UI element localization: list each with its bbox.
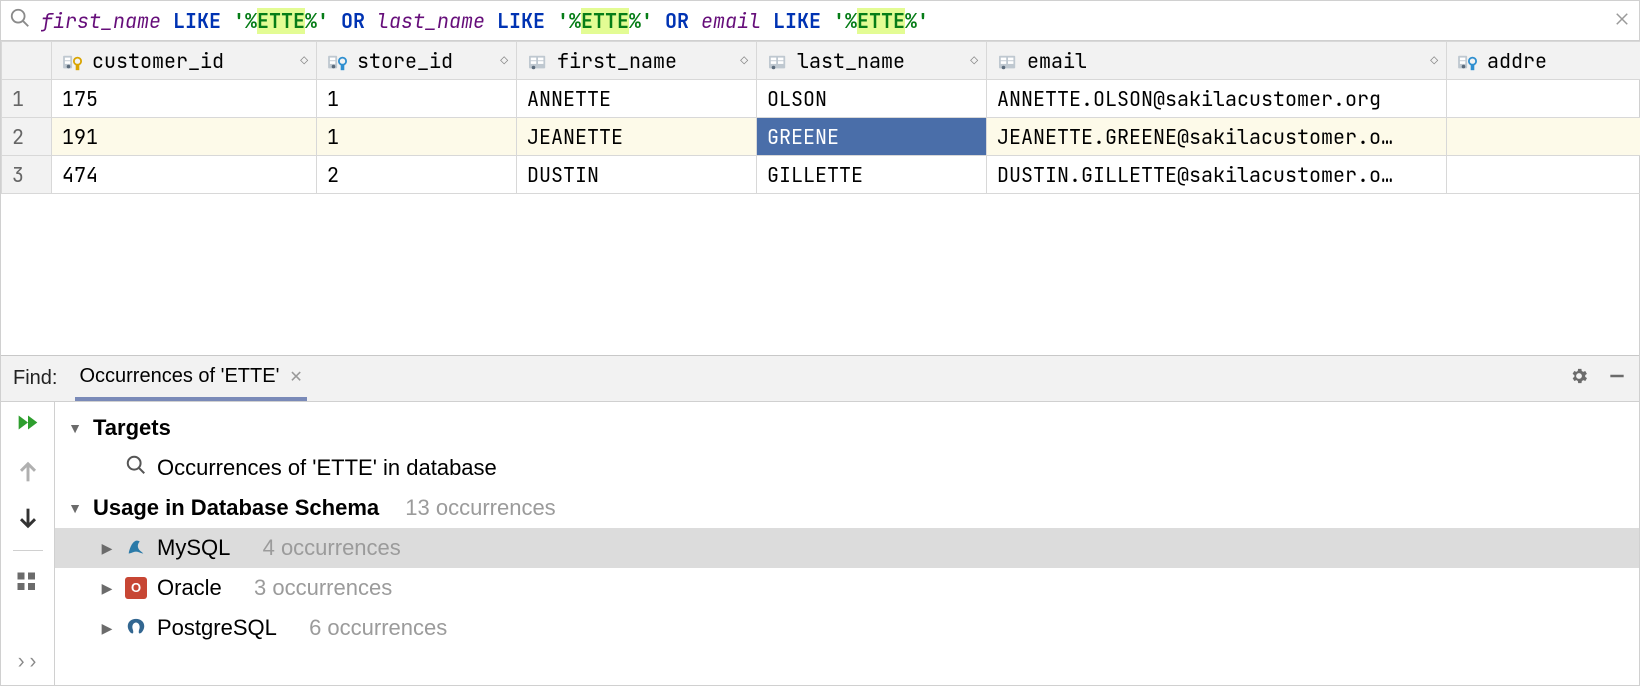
prev-occurrence-icon[interactable] (14, 458, 42, 486)
rerun-icon[interactable] (14, 412, 42, 440)
sort-indicator-icon[interactable]: ◇ (300, 52, 306, 69)
search-icon (9, 7, 31, 35)
next-occurrence-icon[interactable] (14, 504, 42, 532)
more-icon[interactable]: ›› (16, 650, 40, 673)
cell[interactable]: 191 (52, 118, 317, 156)
cell[interactable]: 1 (317, 80, 517, 118)
cell[interactable]: 474 (52, 156, 317, 194)
tree-db-count: 4 occurrences (263, 535, 401, 561)
column-name: email (1027, 48, 1087, 74)
column-type-icon (62, 52, 84, 70)
cell[interactable]: GILLETTE (757, 156, 987, 194)
cell[interactable]: GREENE (757, 118, 987, 156)
column-type-icon (997, 52, 1019, 70)
cell[interactable]: DUSTIN.GILLETTE@sakilacustomer.o… (987, 156, 1447, 194)
filter-bar: first_name LIKE '%ETTE%' OR last_name LI… (1, 1, 1639, 41)
cell[interactable]: JEANETTE.GREENE@sakilacustomer.o… (987, 118, 1447, 156)
find-tree[interactable]: ▼ Targets ▼ Occurrences of 'ETTE' in dat… (55, 402, 1639, 685)
row-number-header (2, 42, 52, 80)
column-name: customer_id (92, 48, 224, 74)
cell[interactable]: ANNETTE.OLSON@sakilacustomer.org (987, 80, 1447, 118)
cell[interactable]: ANNETTE (517, 80, 757, 118)
gutter-separator (13, 550, 43, 551)
row-number-cell[interactable]: 3 (2, 156, 52, 194)
column-header-store_id[interactable]: store_id ◇ (317, 42, 517, 80)
sort-indicator-icon[interactable]: ◇ (970, 52, 976, 69)
table-row[interactable]: 21911JEANETTEGREENEJEANETTE.GREENE@sakil… (2, 118, 1640, 156)
column-name: first_name (557, 48, 677, 74)
row-number-cell[interactable]: 1 (2, 80, 52, 118)
cell[interactable]: 2 (317, 156, 517, 194)
column-name: store_id (357, 48, 453, 74)
column-type-icon (527, 52, 549, 70)
find-gutter: ›› (1, 402, 55, 685)
find-panel: Find: Occurrences of 'ETTE' ✕ (1, 355, 1639, 685)
tree-usage-header[interactable]: ▼ Usage in Database Schema 13 occurrence… (55, 488, 1639, 528)
cell[interactable] (1447, 80, 1640, 118)
column-header-addre[interactable]: addre (1447, 42, 1640, 80)
minimize-icon[interactable] (1607, 366, 1627, 392)
filter-expression-input[interactable]: first_name LIKE '%ETTE%' OR last_name LI… (41, 8, 1597, 34)
postgresql-icon (125, 617, 147, 639)
group-by-icon[interactable] (14, 569, 42, 597)
close-tab-icon[interactable]: ✕ (289, 367, 302, 387)
find-panel-header: Find: Occurrences of 'ETTE' ✕ (1, 356, 1639, 402)
cell[interactable]: JEANETTE (517, 118, 757, 156)
column-header-email[interactable]: email ◇ (987, 42, 1447, 80)
cell[interactable]: OLSON (757, 80, 987, 118)
tree-db-name: PostgreSQL (157, 615, 277, 641)
sort-indicator-icon[interactable]: ◇ (500, 52, 506, 69)
tree-db-item-mysql[interactable]: ▶MySQL 4 occurrences (55, 528, 1639, 568)
tree-db-name: MySQL (157, 535, 230, 561)
tree-targets-header[interactable]: ▼ Targets (55, 408, 1639, 448)
cell[interactable]: 1 (317, 118, 517, 156)
sort-indicator-icon[interactable]: ◇ (1430, 52, 1436, 69)
row-number-cell[interactable]: 2 (2, 118, 52, 156)
table-row[interactable]: 34742DUSTINGILLETTEDUSTIN.GILLETTE@sakil… (2, 156, 1640, 194)
column-name: addre (1487, 48, 1547, 74)
find-tab[interactable]: Occurrences of 'ETTE' ✕ (75, 356, 306, 401)
magnifier-icon (125, 454, 147, 482)
tree-db-item-oracle[interactable]: ▶OOracle 3 occurrences (55, 568, 1639, 608)
column-type-icon (327, 52, 349, 70)
find-label: Find: (13, 367, 57, 390)
table-row[interactable]: 11751ANNETTEOLSONANNETTE.OLSON@sakilacus… (2, 80, 1640, 118)
clear-filter-icon[interactable] (1613, 8, 1631, 34)
tree-db-name: Oracle (157, 575, 222, 601)
column-type-icon (767, 52, 789, 70)
settings-icon[interactable] (1569, 366, 1589, 392)
tree-db-count: 3 occurrences (254, 575, 392, 601)
cell[interactable] (1447, 118, 1640, 156)
column-name: last_name (797, 48, 905, 74)
find-tab-title: Occurrences of 'ETTE' (79, 365, 279, 388)
oracle-icon: O (125, 577, 147, 599)
tree-db-count: 6 occurrences (309, 615, 447, 641)
cell[interactable]: DUSTIN (517, 156, 757, 194)
cell[interactable] (1447, 156, 1640, 194)
result-grid: customer_id◇store_id◇first_name◇last_nam… (1, 41, 1639, 194)
tree-db-item-postgresql[interactable]: ▶PostgreSQL 6 occurrences (55, 608, 1639, 648)
column-header-last_name[interactable]: last_name ◇ (757, 42, 987, 80)
tree-target-line[interactable]: ▼ Occurrences of 'ETTE' in database (55, 448, 1639, 488)
cell[interactable]: 175 (52, 80, 317, 118)
grid-empty-area (1, 194, 1639, 355)
column-header-customer_id[interactable]: customer_id ◇ (52, 42, 317, 80)
column-header-first_name[interactable]: first_name ◇ (517, 42, 757, 80)
column-type-icon (1457, 52, 1479, 70)
sort-indicator-icon[interactable]: ◇ (740, 52, 746, 69)
mysql-icon (125, 537, 147, 559)
